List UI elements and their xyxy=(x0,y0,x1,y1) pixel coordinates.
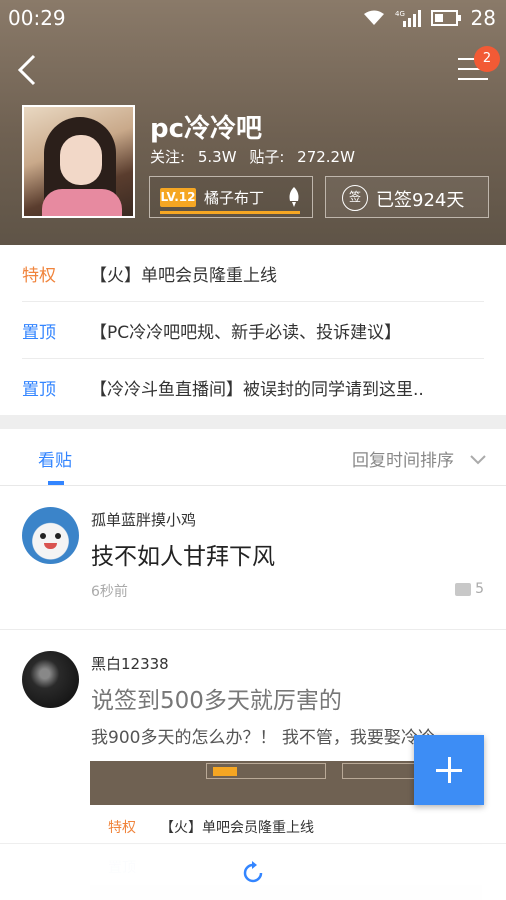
post-title[interactable]: 技不如人甘拜下风 xyxy=(91,537,275,571)
menu-badge: 2 xyxy=(474,46,500,72)
forum-avatar xyxy=(22,105,135,218)
post-item[interactable]: 孤单蓝胖摸小鸡 技不如人甘拜下风 6秒前 5 xyxy=(0,487,506,630)
forum-stats: 关注: 5.3W 贴子: 272.2W xyxy=(150,146,363,167)
comment-icon xyxy=(455,582,472,596)
reply-count-value: 5 xyxy=(475,581,484,597)
post-time: 6秒前 xyxy=(91,584,128,600)
back-button[interactable] xyxy=(14,52,40,88)
notice-text: 【PC冷冷吧吧规、新手必读、投诉建议】 xyxy=(90,323,402,343)
battery-icon xyxy=(430,10,461,26)
battery-level: 28 xyxy=(470,6,496,30)
chevron-down-icon[interactable] xyxy=(470,451,486,465)
level-badge: LV.12 xyxy=(160,188,196,207)
status-time: 00:29 xyxy=(8,6,66,30)
bottom-bar xyxy=(0,843,506,900)
thumb-tag: 特权 xyxy=(108,820,136,836)
user-avatar[interactable] xyxy=(22,507,79,564)
follow-label: 关注: xyxy=(150,148,186,166)
notice-tag: 置顶 xyxy=(22,380,56,400)
level-badge-button[interactable]: LV.12 橘子布丁 xyxy=(149,176,313,218)
sign-in-button[interactable]: 签 已签924天 xyxy=(325,176,489,218)
level-title: 橘子布丁 xyxy=(204,189,265,207)
post-title[interactable]: 说签到500多天就厉害的 xyxy=(91,681,342,715)
new-post-button[interactable] xyxy=(414,735,484,805)
rocket-icon xyxy=(286,186,302,208)
notice-tag: 特权 xyxy=(22,266,56,286)
active-tab-indicator xyxy=(48,481,64,485)
level-progress-bar xyxy=(160,211,300,214)
forum-header: 00:29 4G 28 2 pc冷冷吧 关注: 5.3W 贴子: 272.2W … xyxy=(0,0,506,245)
sort-dropdown[interactable]: 回复时间排序 xyxy=(352,446,454,471)
notice-tag: 置顶 xyxy=(22,323,56,343)
post-username[interactable]: 黑白12338 xyxy=(91,653,169,674)
section-divider xyxy=(0,415,506,429)
chevron-left-icon xyxy=(17,54,36,86)
notice-item[interactable]: 置顶 【冷冷斗鱼直播间】被误封的同学请到这里.. xyxy=(22,359,484,416)
wifi-icon xyxy=(363,10,385,26)
notice-text: 【冷冷斗鱼直播间】被误封的同学请到这里.. xyxy=(90,380,424,400)
posts-count: 272.2W xyxy=(297,148,355,166)
notice-text: 【火】单吧会员隆重上线 xyxy=(90,266,277,286)
reply-count: 5 xyxy=(455,581,484,597)
thumb-text: 【火】单吧会员隆重上线 xyxy=(160,820,314,836)
posts-label: 贴子: xyxy=(249,148,285,166)
user-avatar[interactable] xyxy=(22,651,79,708)
sign-icon: 签 xyxy=(342,185,368,211)
follow-count: 5.3W xyxy=(197,148,237,166)
signal-icon: 4G xyxy=(395,9,421,27)
network-label: 4G xyxy=(395,10,405,18)
sign-label: 已签924天 xyxy=(376,190,465,211)
forum-name: pc冷冷吧 xyxy=(150,114,263,144)
notice-list: 特权 【火】单吧会员隆重上线 置顶 【PC冷冷吧吧规、新手必读、投诉建议】 置顶… xyxy=(0,245,506,415)
tab-view-posts[interactable]: 看贴 xyxy=(38,446,72,471)
status-bar: 00:29 4G 28 xyxy=(0,0,506,38)
post-tabs: 看贴 回复时间排序 xyxy=(0,429,506,486)
post-username[interactable]: 孤单蓝胖摸小鸡 xyxy=(91,509,196,530)
status-icons: 4G 28 xyxy=(363,6,496,30)
refresh-icon[interactable] xyxy=(241,861,265,885)
notice-item[interactable]: 置顶 【PC冷冷吧吧规、新手必读、投诉建议】 xyxy=(22,302,484,359)
notice-item[interactable]: 特权 【火】单吧会员隆重上线 xyxy=(22,245,484,302)
